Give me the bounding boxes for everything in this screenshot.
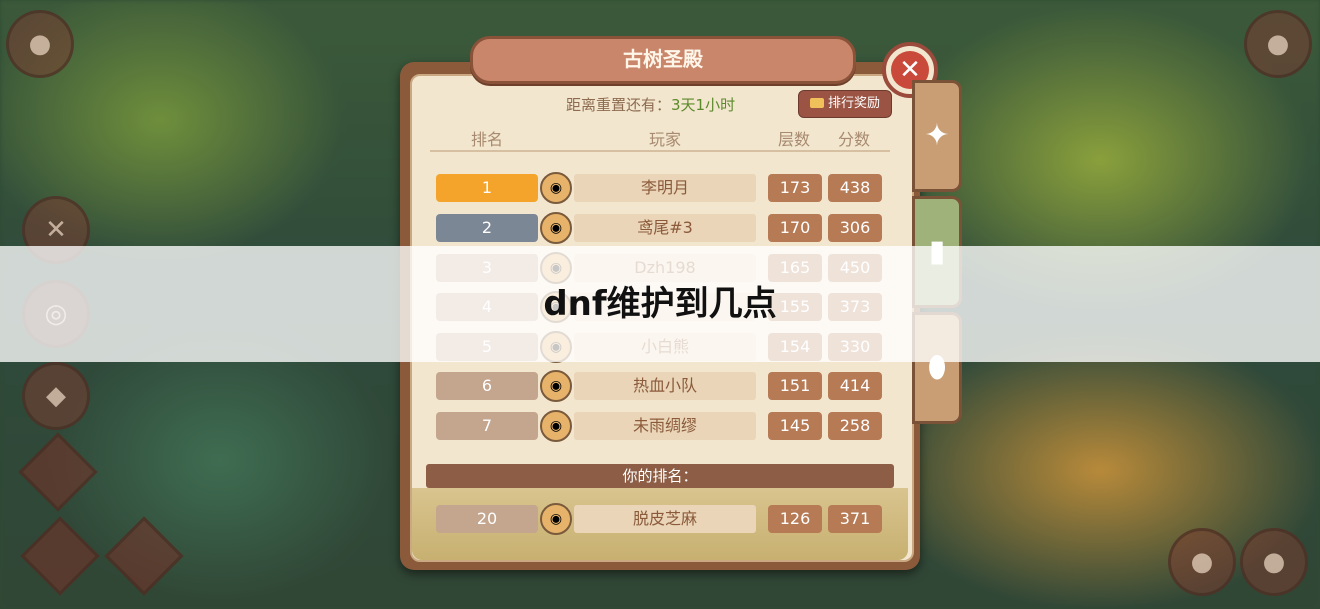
avatar-icon[interactable]: ● xyxy=(6,10,74,78)
player-avatar: ◉ xyxy=(540,370,572,402)
header-score: 分数 xyxy=(837,130,870,149)
player-name: 李明月 xyxy=(574,174,756,202)
header-player: 玩家 xyxy=(648,130,681,149)
player-avatar: ◉ xyxy=(540,172,572,204)
score-cell: 258 xyxy=(828,412,882,440)
floors-cell: 151 xyxy=(768,372,822,400)
your-rank-number: 20 xyxy=(436,505,538,533)
rank-cell: 2 xyxy=(436,214,538,242)
your-name: 脱皮芝麻 xyxy=(574,505,756,533)
event-icon[interactable]: ● xyxy=(1244,10,1312,78)
player-avatar: ◉ xyxy=(540,212,572,244)
table-row[interactable]: 1 ◉ 李明月 173 438 xyxy=(434,172,886,204)
table-row[interactable]: 6 ◉ 热血小队 151 414 xyxy=(434,370,886,402)
floors-cell: 170 xyxy=(768,214,822,242)
reward-button-label: 排行奖励 xyxy=(827,96,880,111)
panel-title: 古树圣殿 xyxy=(470,36,856,84)
shop-icon[interactable]: ● xyxy=(1240,528,1308,596)
score-cell: 414 xyxy=(828,372,882,400)
header-rank: 排名 xyxy=(470,130,503,149)
player-avatar: ◉ xyxy=(540,410,572,442)
your-floors: 126 xyxy=(768,505,822,533)
reset-value: 3天1小时 xyxy=(671,96,736,114)
table-row[interactable]: 7 ◉ 未雨绸缪 145 258 xyxy=(434,410,886,442)
player-name: 热血小队 xyxy=(574,372,756,400)
reward-button[interactable]: 排行奖励 xyxy=(798,90,892,118)
pet-icon[interactable]: ● xyxy=(1168,528,1236,596)
star-cross-icon: ✦ xyxy=(924,118,950,153)
rank-cell: 1 xyxy=(436,174,538,202)
header-floors: 层数 xyxy=(777,130,810,149)
your-score: 371 xyxy=(828,505,882,533)
table-row[interactable]: 2 ◉ 鸢尾#3 170 306 xyxy=(434,212,886,244)
score-cell: 438 xyxy=(828,174,882,202)
score-cell: 306 xyxy=(828,214,882,242)
header-divider xyxy=(430,150,890,152)
overlay-title: dnf维护到几点 xyxy=(543,284,777,324)
floors-cell: 145 xyxy=(768,412,822,440)
floors-cell: 173 xyxy=(768,174,822,202)
tab-star[interactable]: ✦ xyxy=(912,80,962,192)
player-avatar: ◉ xyxy=(540,503,572,535)
rank-cell: 7 xyxy=(436,412,538,440)
map-icon[interactable]: ◆ xyxy=(22,362,90,430)
rank-cell: 6 xyxy=(436,372,538,400)
player-name: 未雨绸缪 xyxy=(574,412,756,440)
reset-label: 距离重置还有： xyxy=(566,96,672,114)
chest-icon xyxy=(809,98,824,108)
player-name: 鸢尾#3 xyxy=(574,214,756,242)
reset-timer: 距离重置还有：3天1小时 xyxy=(566,94,735,115)
your-rank-label: 你的排名： xyxy=(426,464,894,488)
your-rank-row: 20 ◉ 脱皮芝麻 126 371 xyxy=(434,503,886,535)
